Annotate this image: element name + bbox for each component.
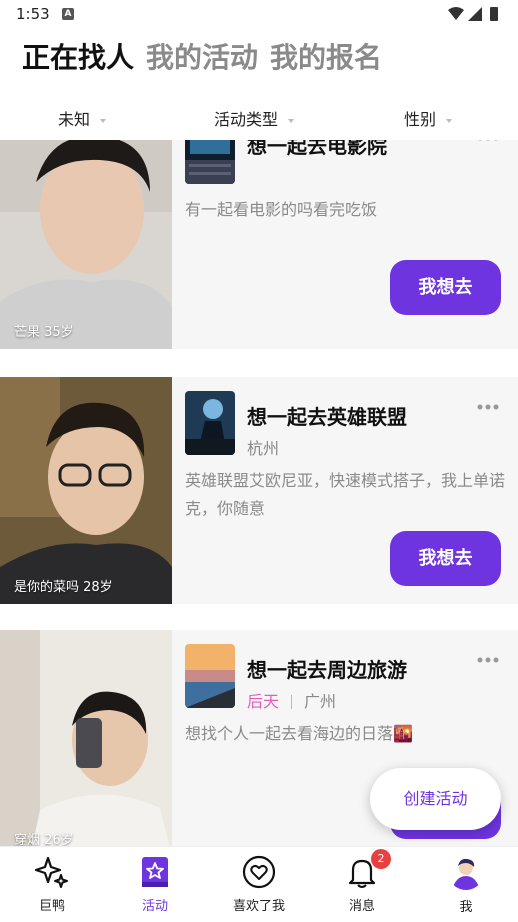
activity-thumbnail: [185, 140, 235, 184]
nav-item-messages[interactable]: 2 消息: [317, 849, 407, 914]
create-activity-button[interactable]: 创建活动: [370, 768, 501, 830]
meta-separator: [291, 695, 293, 709]
nav-label: 喜欢了我: [232, 899, 285, 914]
bell-icon-wrapper: 2: [345, 849, 391, 889]
nav-item-activities[interactable]: 活动: [110, 855, 200, 914]
activity-meta: 后天 广州: [247, 688, 336, 712]
nav-label: 巨鸭: [38, 899, 65, 914]
activity-card[interactable]: 是你的菜吗 28岁 想一起去英雄联盟 杭州 英雄联盟艾欧尼亚，快速模式搭子，我上…: [0, 377, 518, 604]
more-options-icon[interactable]: [476, 403, 500, 411]
more-options-icon[interactable]: [476, 656, 500, 664]
tab-my-activities[interactable]: 我的活动: [146, 36, 258, 76]
activity-card[interactable]: 芒果 35岁 想一起去电影院 有一起看电影的吗看完吃饭 我想去: [0, 140, 518, 349]
filter-status-label: 未知: [58, 110, 91, 129]
unread-badge: 2: [371, 849, 391, 869]
caret-down-icon: [288, 118, 295, 123]
activity-thumbnail: [185, 644, 235, 708]
filter-activity-type-label: 活动类型: [214, 110, 279, 129]
activity-meta: 杭州: [247, 435, 279, 459]
user-photo[interactable]: 穿烟 26岁: [0, 630, 172, 846]
tab-finding-people[interactable]: 正在找人: [22, 36, 134, 76]
game-hero-icon: [185, 391, 235, 455]
user-name-age: 芒果 35岁: [14, 325, 74, 340]
nav-label: 消息: [348, 899, 375, 914]
filter-bar: 未知 活动类型 性别: [0, 102, 518, 134]
want-to-go-button[interactable]: 我想去: [390, 260, 501, 315]
star-book-icon: [142, 857, 168, 887]
activity-feed[interactable]: 芒果 35岁 想一起去电影院 有一起看电影的吗看完吃饭 我想去 是你的菜吗 28…: [0, 140, 518, 846]
cinema-icon: [185, 140, 235, 184]
activity-description: 英雄联盟艾欧尼亚，快速模式搭子，我上单诺克，你随意: [185, 471, 506, 518]
user-name-age: 是你的菜吗 28岁: [14, 580, 113, 595]
activity-title: 想一起去英雄联盟: [247, 405, 407, 429]
status-icons: [448, 7, 498, 21]
activity-city: 广州: [304, 692, 337, 711]
nav-item-liked-me[interactable]: 喜欢了我: [214, 855, 304, 914]
filter-activity-type[interactable]: 活动类型: [214, 106, 295, 130]
avatar: [448, 854, 484, 890]
caret-down-icon: [446, 118, 453, 123]
more-options-icon[interactable]: [476, 140, 500, 142]
user-photo[interactable]: 是你的菜吗 28岁: [0, 377, 172, 604]
filter-gender[interactable]: 性别: [404, 106, 453, 130]
activity-thumbnail: [185, 391, 235, 455]
sparkle-icon: [35, 856, 68, 888]
heart-icon: [242, 855, 276, 889]
status-bar: 1:53 A: [0, 0, 518, 30]
caret-down-icon: [100, 118, 107, 123]
nav-item-me[interactable]: 我: [421, 854, 511, 915]
nav-label: 我: [459, 900, 473, 915]
top-tabs: 正在找人 我的活动 我的报名: [22, 36, 394, 76]
signal-icon: [468, 7, 482, 21]
status-time: 1:53: [16, 5, 50, 23]
activity-date: 后天: [247, 692, 280, 711]
tab-my-registrations[interactable]: 我的报名: [270, 36, 382, 76]
user-photo[interactable]: 芒果 35岁: [0, 140, 172, 349]
battery-icon: [490, 7, 498, 21]
filter-gender-label: 性别: [404, 110, 437, 129]
nav-item-home[interactable]: 巨鸭: [7, 855, 97, 914]
notification-a-icon: A: [62, 8, 74, 20]
seaside-icon: [185, 644, 235, 708]
user-portrait-image: [0, 140, 172, 349]
user-name-age: 穿烟 26岁: [14, 833, 74, 846]
activity-title: 想一起去电影院: [247, 140, 387, 158]
user-portrait-image: [0, 377, 172, 604]
avatar-icon: [448, 854, 484, 890]
wifi-icon: [448, 7, 464, 20]
want-to-go-button[interactable]: 我想去: [390, 531, 501, 586]
bottom-nav: 巨鸭 活动 喜欢了我 2 消息 我: [0, 846, 518, 922]
activity-description: 有一起看电影的吗看完吃饭: [185, 200, 378, 219]
filter-status[interactable]: 未知: [58, 106, 107, 130]
activity-city: 杭州: [247, 439, 280, 458]
activity-title: 想一起去周边旅游: [247, 658, 407, 682]
user-portrait-image: [0, 630, 172, 846]
nav-label: 活动: [141, 899, 168, 914]
activity-description: 想找个人一起去看海边的日落🌇: [185, 724, 413, 743]
